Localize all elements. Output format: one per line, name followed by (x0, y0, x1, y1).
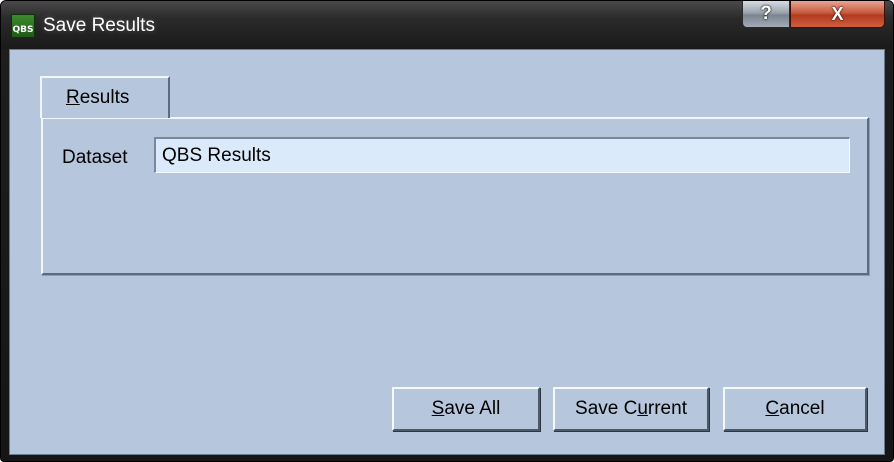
close-icon: X (831, 3, 844, 24)
save-results-dialog: QBS Save Results ? X Results Dataset Sav… (0, 0, 894, 462)
app-icon-text: QBS (12, 25, 34, 35)
help-button[interactable]: ? (742, 1, 790, 28)
cancel-button[interactable]: Cancel (723, 387, 867, 431)
dataset-input[interactable] (154, 137, 850, 173)
dialog-body: Results Dataset Save All Save Current Ca… (9, 49, 885, 455)
cancel-label: Cancel (765, 398, 825, 419)
qbs-app-icon[interactable]: QBS (11, 14, 35, 38)
title-bar[interactable]: QBS Save Results ? X (1, 1, 893, 49)
close-button[interactable]: X (790, 1, 885, 28)
window-title: Save Results (43, 15, 155, 36)
save-current-button[interactable]: Save Current (553, 387, 709, 431)
save-current-label: Save Current (575, 398, 687, 419)
help-icon: ? (760, 3, 772, 24)
dataset-label: Dataset (62, 147, 128, 168)
save-all-button[interactable]: Save All (392, 387, 540, 431)
tab-results[interactable]: Results (40, 76, 170, 118)
save-all-label: Save All (431, 398, 501, 419)
tab-results-label: Results (66, 87, 130, 108)
